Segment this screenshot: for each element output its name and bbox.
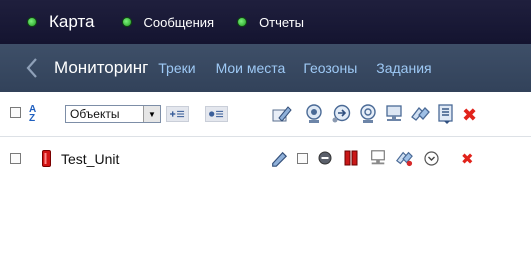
tracking-icon[interactable] (358, 104, 378, 124)
tab-reports[interactable]: Отчеты (238, 15, 304, 30)
top-menu-bar: Карта Сообщения Отчеты (0, 0, 531, 44)
checkbox-icon[interactable] (297, 153, 308, 164)
status-dot-icon (28, 18, 36, 26)
delete-icon[interactable]: ✖ (461, 152, 474, 167)
locate-icon[interactable] (304, 104, 324, 124)
nav-link-my-places[interactable]: Мои места (216, 60, 286, 76)
sort-letter-z: Z (29, 113, 36, 124)
chevron-down-icon: ▼ (143, 106, 160, 122)
minus-circle-icon[interactable] (318, 151, 332, 165)
status-dot-icon (238, 18, 247, 26)
table-row[interactable]: Test_Unit ✖ (0, 137, 531, 181)
pencil-icon[interactable] (270, 150, 288, 168)
add-list-icon (170, 110, 185, 118)
tab-map-label: Карта (49, 12, 95, 31)
select-all-checkbox[interactable] (10, 107, 21, 118)
add-all-button[interactable] (205, 106, 228, 122)
list-dot-icon (209, 110, 224, 118)
object-type-select-value: Объекты (70, 107, 120, 121)
chevron-down-icon[interactable] (424, 151, 439, 166)
computer-icon[interactable] (369, 149, 387, 167)
tab-messages[interactable]: Сообщения (122, 14, 215, 30)
nav-link-tasks[interactable]: Задания (376, 60, 431, 76)
section-nav: Мониторинг Треки Мои места Геозоны Задан… (0, 44, 531, 92)
tab-messages-label: Сообщения (143, 14, 215, 30)
unit-name[interactable]: Test_Unit (61, 151, 119, 167)
status-dot-icon (122, 18, 131, 26)
page-title: Мониторинг (54, 58, 149, 77)
command-icon[interactable] (331, 104, 351, 124)
tab-map[interactable]: Карта (28, 12, 95, 32)
list-toolbar: A Z Объекты ▼ ✖ (0, 92, 531, 137)
back-arrow-icon[interactable] (26, 57, 38, 79)
add-to-list-button[interactable] (166, 106, 189, 122)
unit-battery-icon (42, 150, 51, 167)
computer-icon[interactable] (384, 104, 404, 124)
nav-link-tracks[interactable]: Треки (158, 60, 195, 76)
object-type-select[interactable]: Объекты ▼ (65, 105, 161, 123)
signal-icon[interactable] (344, 150, 358, 166)
tab-reports-label: Отчеты (259, 14, 304, 30)
list-icon[interactable] (436, 104, 456, 124)
link-icon[interactable] (410, 104, 430, 124)
link-icon[interactable] (394, 149, 414, 167)
unit-checkbox[interactable] (10, 153, 21, 164)
pencil-icon[interactable] (272, 104, 292, 124)
nav-link-geofences[interactable]: Геозоны (303, 60, 357, 76)
sort-az-icon[interactable]: A Z (29, 105, 36, 124)
delete-icon[interactable]: ✖ (462, 106, 477, 124)
